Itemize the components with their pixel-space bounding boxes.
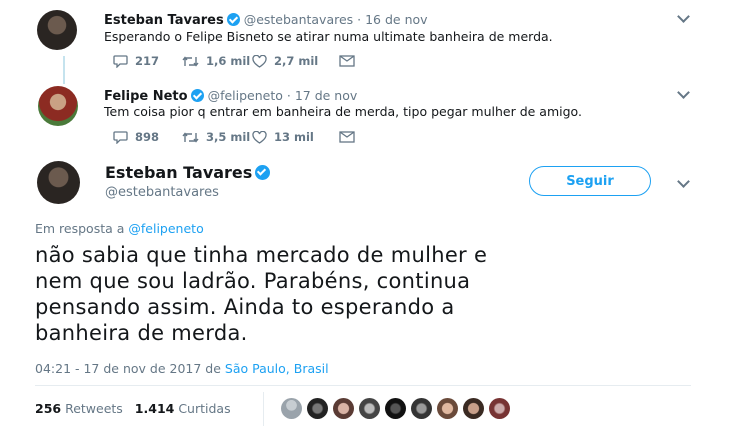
tweet1-actions: 217 1,6 mil 2,7 mil (113, 54, 355, 68)
retweet-icon (182, 55, 199, 67)
chevron-down-icon[interactable] (677, 86, 690, 99)
likes-label: Curtidas (178, 401, 231, 416)
reply-count: 217 (135, 54, 160, 68)
divider (35, 385, 691, 386)
heart-icon (252, 54, 267, 68)
like-button[interactable]: 2,7 mil (252, 54, 339, 68)
like-button[interactable]: 13 mil (252, 130, 339, 144)
tweet1-text: Esperando o Felipe Bisneto se atirar num… (104, 29, 553, 44)
verified-badge-icon (226, 13, 240, 26)
avatar[interactable] (359, 398, 380, 419)
dm-button[interactable] (339, 55, 355, 67)
avatar[interactable] (307, 398, 328, 419)
retweet-button[interactable]: 1,6 mil (182, 54, 252, 68)
tweet1-author-name[interactable]: Esteban Tavares (104, 13, 224, 28)
reply-to-link[interactable]: @felipeneto (128, 221, 203, 236)
engagement-stats: 256 Retweets 1.414 Curtidas (35, 401, 231, 416)
avatar[interactable] (489, 398, 510, 419)
reply-prefix: Em resposta a (35, 221, 125, 236)
avatar[interactable] (385, 398, 406, 419)
avatar[interactable] (437, 398, 458, 419)
verified-badge-icon (190, 89, 204, 102)
like-count: 13 mil (274, 130, 314, 144)
retweets-count: 256 (35, 401, 62, 416)
tweet2-handle[interactable]: @felipeneto (208, 88, 283, 103)
retweets-label: Retweets (65, 401, 123, 416)
stats-separator (263, 392, 264, 426)
envelope-icon (339, 131, 355, 143)
envelope-icon (339, 55, 355, 67)
chevron-down-icon[interactable] (677, 175, 690, 188)
reply-icon (113, 130, 128, 144)
avatar-esteban[interactable] (37, 10, 77, 50)
text-line: nem que sou ladrão. Parabéns, continua (35, 269, 471, 293)
timestamp-row: 04:21 - 17 de nov de 2017 de São Paulo, … (35, 361, 329, 376)
tweet1-header: Esteban Tavares @estebantavares · 16 de n… (104, 9, 428, 28)
text-line: não sabia que tinha mercado de mulher e (35, 243, 488, 267)
tweet1-handle[interactable]: @estebantavares (244, 12, 354, 27)
avatar[interactable] (281, 398, 302, 419)
retweet-button[interactable]: 3,5 mil (182, 130, 252, 144)
main-author-name[interactable]: Esteban Tavares (105, 163, 274, 182)
chevron-down-icon[interactable] (677, 10, 690, 23)
timestamp[interactable]: 04:21 - 17 de nov de 2017 de (35, 361, 221, 376)
dm-button[interactable] (339, 131, 355, 143)
location-link[interactable]: São Paulo, Brasil (225, 361, 329, 376)
reply-count: 898 (135, 130, 160, 144)
heart-icon (252, 130, 267, 144)
reply-button[interactable]: 898 (113, 130, 182, 144)
avatar[interactable] (463, 398, 484, 419)
text-line: pensando assim. Ainda to esperando a (35, 295, 455, 319)
separator-dot: · (282, 88, 295, 103)
text-line: banheira de merda. (35, 321, 248, 345)
likes-count: 1.414 (134, 401, 175, 416)
follow-button[interactable]: Seguir (529, 166, 651, 196)
retweet-icon (182, 131, 199, 143)
like-count: 2,7 mil (274, 54, 319, 68)
tweet2-author-name[interactable]: Felipe Neto (104, 89, 188, 104)
tweet2-header: Felipe Neto @felipeneto · 17 de nov (104, 85, 357, 104)
thread-line (63, 56, 65, 84)
reply-icon (113, 54, 128, 68)
retweet-count: 3,5 mil (206, 130, 251, 144)
tweet2-date[interactable]: 17 de nov (295, 88, 357, 103)
main-handle[interactable]: @estebantavares (105, 185, 219, 200)
likes-stat[interactable]: 1.414 Curtidas (135, 401, 231, 416)
avatar-felipe[interactable] (38, 86, 78, 126)
tweet1-date[interactable]: 16 de nov (365, 12, 427, 27)
reply-context: Em resposta a @felipeneto (35, 221, 204, 236)
tweet2-actions: 898 3,5 mil 13 mil (113, 130, 355, 144)
main-tweet-text: não sabia que tinha mercado de mulher e … (35, 242, 655, 346)
tweet2-text: Tem coisa pior q entrar em banheira de m… (104, 104, 582, 119)
separator-dot: · (353, 12, 366, 27)
avatar[interactable] (411, 398, 432, 419)
verified-badge-icon (255, 165, 271, 180)
retweets-stat[interactable]: 256 Retweets (35, 401, 123, 416)
retweet-count: 1,6 mil (206, 54, 251, 68)
avatar-esteban-main[interactable] (37, 161, 80, 204)
likers-avatars (281, 398, 510, 419)
reply-button[interactable]: 217 (113, 54, 182, 68)
avatar[interactable] (333, 398, 354, 419)
main-author-name-text: Esteban Tavares (105, 163, 253, 182)
